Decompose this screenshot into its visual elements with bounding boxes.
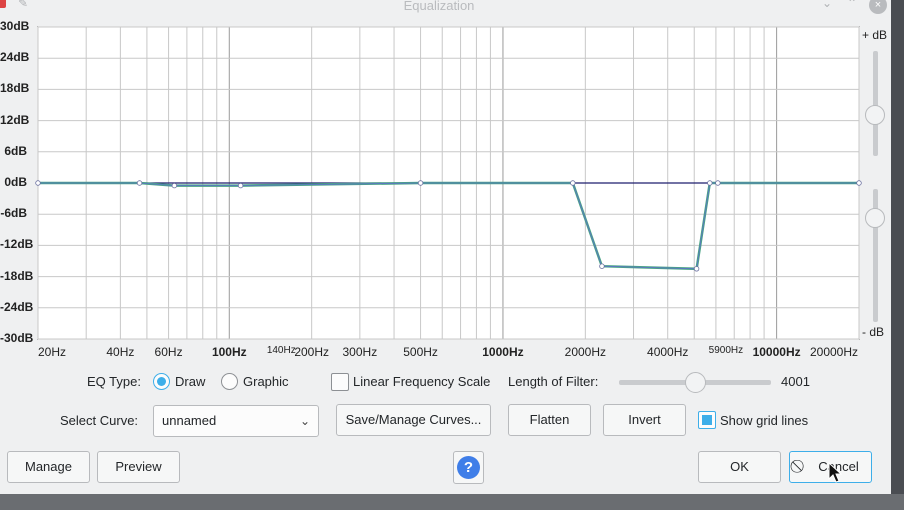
background-window-edge — [891, 0, 904, 510]
frequency-tick-label: 60Hz — [154, 345, 183, 359]
db-tick-label: 24dB — [0, 50, 30, 65]
graphic-label[interactable]: Graphic — [243, 374, 289, 389]
frequency-tick-label: 1000Hz — [482, 345, 524, 359]
maximize-icon[interactable]: ⌃ — [847, 0, 857, 10]
frequency-tick-label: 20Hz — [37, 345, 67, 359]
linear-frequency-checkbox[interactable] — [331, 373, 349, 391]
minimize-icon[interactable]: ⌄ — [822, 0, 832, 10]
graphic-radio[interactable] — [221, 373, 238, 390]
frequency-tick-label: 40Hz — [106, 345, 135, 359]
frequency-tick-label: 5900Hz — [708, 345, 744, 356]
filter-length-label: Length of Filter: — [508, 374, 599, 389]
filter-length-slider-handle[interactable] — [685, 372, 706, 393]
mouse-cursor-icon — [828, 462, 842, 483]
help-icon: ? — [457, 456, 480, 479]
frequency-tick-label: 200Hz — [294, 345, 329, 359]
curve-point — [599, 263, 605, 269]
db-tick-label: 18dB — [0, 81, 30, 96]
gain-max-slider-handle[interactable] — [865, 105, 885, 125]
linear-frequency-label[interactable]: Linear Frequency Scale — [353, 374, 490, 389]
frequency-tick-label: 4000Hz — [647, 345, 689, 359]
eq-type-label: EQ Type: — [87, 374, 141, 389]
frequency-tick-label: 20000Hz — [809, 345, 859, 359]
title-bar: ✎ Equalization ⌄ ⌃ × — [0, 0, 891, 14]
close-icon[interactable]: × — [869, 0, 887, 14]
select-curve-label: Select Curve: — [60, 413, 139, 428]
curve-point — [856, 180, 862, 186]
curve-point — [715, 180, 721, 186]
manage-button[interactable]: Manage — [7, 451, 90, 483]
db-tick-label: -24dB — [0, 299, 34, 314]
curve-point — [693, 266, 700, 272]
db-tick-label: -18dB — [0, 268, 34, 283]
show-grid-lines-label[interactable]: Show grid lines — [720, 413, 808, 428]
help-button[interactable]: ? — [453, 451, 484, 484]
invert-button[interactable]: Invert — [603, 404, 686, 436]
db-tick-label: 30dB — [0, 19, 30, 33]
curve-point — [237, 182, 244, 189]
ok-button[interactable]: OK — [698, 451, 781, 483]
frequency-tick-label: 100Hz — [211, 345, 247, 359]
db-tick-label: -12dB — [0, 237, 34, 252]
curve-point — [417, 180, 424, 186]
eq-curve-canvas[interactable] — [0, 25, 891, 345]
draw-label[interactable]: Draw — [175, 374, 205, 389]
chevron-down-icon: ⌄ — [299, 414, 310, 428]
flatten-button[interactable]: Flatten — [508, 404, 591, 436]
curve-point — [171, 182, 178, 189]
db-tick-label: -6dB — [0, 206, 27, 221]
frequency-tick-label: 500Hz — [403, 345, 438, 359]
frequency-tick-label: 10000Hz — [752, 345, 801, 359]
frequency-tick-label: 300Hz — [342, 345, 378, 359]
save-manage-curves-button[interactable]: Save/Manage Curves... — [336, 404, 491, 436]
equalization-dialog: ✎ Equalization ⌄ ⌃ × 30dB 24dB 18dB 12dB 6dB… — [0, 0, 891, 494]
show-grid-lines-checkbox[interactable] — [698, 411, 716, 429]
frequency-tick-label: 2000Hz — [564, 345, 607, 359]
filter-length-value: 4001 — [781, 374, 810, 389]
db-tick-label: 6dB — [4, 143, 27, 158]
draw-radio[interactable] — [153, 373, 170, 390]
curve-select-value: unnamed — [162, 413, 217, 428]
curve-select[interactable]: unnamed ⌄ — [153, 405, 319, 437]
minus-db-label: - dB — [862, 325, 885, 339]
curve-point — [707, 180, 713, 186]
db-tick-label: -30dB — [0, 331, 34, 345]
gain-min-slider-handle[interactable] — [865, 208, 885, 228]
curve-point — [570, 180, 576, 186]
eq-curve-plot[interactable]: 30dB 24dB 18dB 12dB 6dB 0dB -6dB -12dB -18dB -24d… — [0, 19, 891, 359]
db-tick-label: 0dB — [4, 175, 27, 189]
preview-button[interactable]: Preview — [97, 451, 180, 483]
background-window-bottom — [0, 494, 904, 510]
frequency-tick-label: 140Hz — [266, 345, 296, 356]
plus-db-label: + dB — [862, 28, 888, 42]
window-title: Equalization — [403, 0, 475, 13]
db-tick-label: 12dB — [0, 112, 30, 127]
curve-point — [136, 180, 143, 186]
curve-point — [35, 180, 41, 186]
gain-max-slider-track[interactable] — [873, 51, 878, 156]
